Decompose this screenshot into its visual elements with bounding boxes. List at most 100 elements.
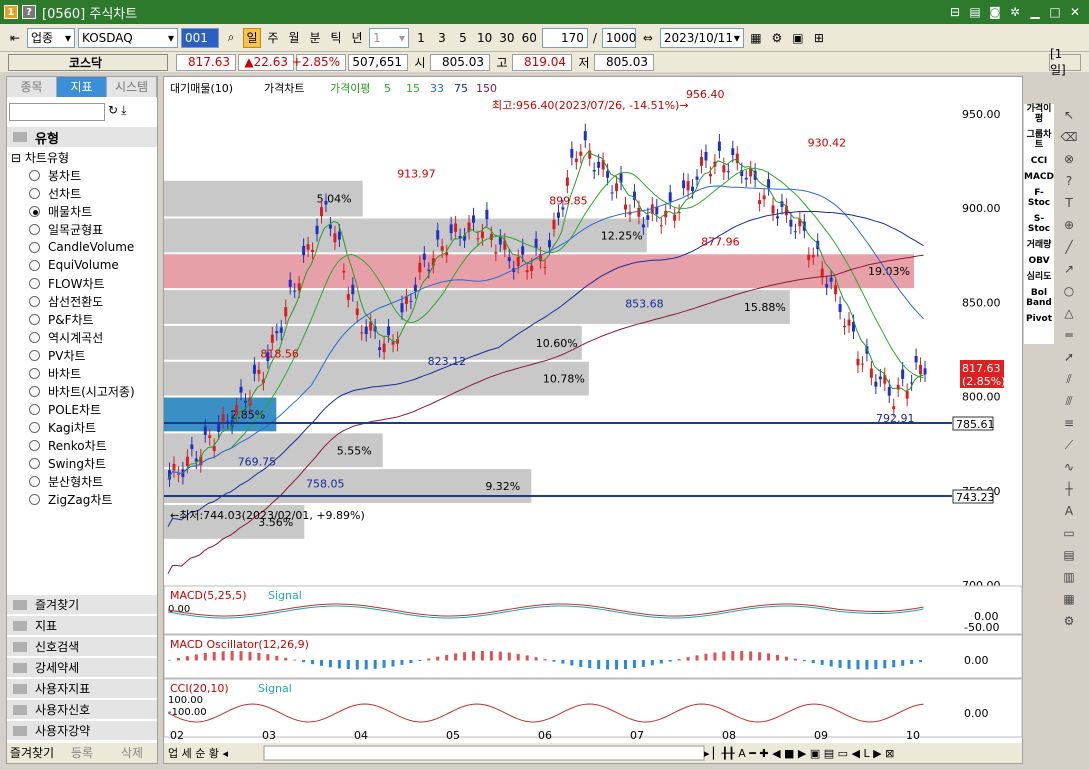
radio-icon[interactable]	[29, 421, 40, 433]
chart-area[interactable]: 5.04% 12.25% 19.03% 15.88% 10.60% 10.78% 2.85%…	[163, 76, 1023, 764]
chart-type-item[interactable]: 삼선전환도	[7, 292, 157, 310]
close-icon[interactable]: ✕	[1067, 5, 1083, 19]
minimize-icon[interactable]: ▁	[1027, 5, 1043, 19]
chart-tool-icon[interactable]: ▦	[1056, 588, 1082, 610]
setting-tool-icon[interactable]: ⚙	[768, 28, 786, 48]
fan-tool-icon[interactable]: ⫽	[1056, 368, 1082, 390]
bottom-toolbar-tabs[interactable]: 업 세 순 황 ◂	[168, 747, 228, 760]
chart-type-item[interactable]: 바차트	[7, 364, 157, 382]
radio-icon[interactable]	[29, 313, 40, 325]
code-input[interactable]: 001	[181, 27, 219, 48]
interval-select[interactable]: 1 ▾	[369, 27, 409, 48]
indicator-shortcut[interactable]: OBV	[1024, 256, 1054, 266]
radio-icon[interactable]	[29, 475, 40, 487]
chart-type-item[interactable]: Swing차트	[7, 454, 157, 472]
interval-1-button[interactable]: 1	[412, 28, 430, 48]
chart-type-item[interactable]: ZigZag차트	[7, 490, 157, 508]
radio-icon[interactable]	[29, 439, 40, 451]
period-tick-button[interactable]: 틱	[327, 28, 345, 48]
interval-10-button[interactable]: 10	[475, 28, 494, 48]
chart-type-item[interactable]: EquiVolume	[7, 256, 157, 274]
chart-type-item[interactable]: 역시계곡선	[7, 328, 157, 346]
gann-tool-icon[interactable]: ⟋	[1056, 434, 1082, 456]
tab-indicators[interactable]: 지표	[57, 77, 107, 97]
period-year-button[interactable]: 년	[348, 28, 366, 48]
radio-icon[interactable]	[29, 169, 40, 181]
group-3[interactable]: 강세약세	[7, 658, 157, 678]
group-4[interactable]: 사용자지표	[7, 679, 157, 699]
back-icon[interactable]: ⇤	[6, 28, 24, 48]
group-5[interactable]: 사용자신호	[7, 700, 157, 720]
radio-icon[interactable]	[29, 331, 40, 343]
total-input[interactable]: 1000	[601, 27, 636, 48]
radio-icon[interactable]	[29, 205, 40, 217]
chart-type-item[interactable]: Kagi차트	[7, 418, 157, 436]
save-tool-icon[interactable]: ▣	[789, 28, 807, 48]
type-group-header[interactable]: 유형	[7, 127, 157, 147]
favorites-tab[interactable]: 즐겨찾기	[7, 743, 57, 763]
indicator-shortcut[interactable]: S-Stoc	[1024, 214, 1054, 234]
radio-icon[interactable]	[29, 187, 40, 199]
chart-type-item[interactable]: FLOW차트	[7, 274, 157, 292]
radio-icon[interactable]	[29, 241, 40, 253]
triangle-tool-icon[interactable]: △	[1056, 302, 1082, 324]
capture-icon[interactable]: ◙	[987, 5, 1003, 19]
help-tool-icon[interactable]: ?	[1056, 170, 1082, 192]
circle-tool-icon[interactable]: ○	[1056, 280, 1082, 302]
radio-icon[interactable]	[29, 259, 40, 271]
maximize-icon[interactable]: □	[1047, 5, 1063, 19]
chart-type-root[interactable]: ⊟ 차트유형	[7, 147, 157, 166]
eraser-tool-icon[interactable]: ⌫	[1056, 126, 1082, 148]
download-icon[interactable]: ⤓	[121, 103, 126, 121]
layout-tool-icon[interactable]: ⊞	[810, 28, 828, 48]
indicator-shortcut[interactable]: 가격이평	[1024, 104, 1054, 124]
interval-3-button[interactable]: 3	[433, 28, 451, 48]
tab-stocks[interactable]: 종목	[7, 77, 57, 97]
help-badge-icon[interactable]: ?	[22, 5, 36, 19]
indicator-shortcut[interactable]: 그룹차트	[1024, 130, 1054, 150]
register-button[interactable]: 등록	[57, 743, 107, 763]
ray-tool-icon[interactable]: ↗	[1056, 258, 1082, 280]
settings-icon[interactable]: ✲	[1007, 5, 1023, 19]
chart-type-item[interactable]: 분산형차트	[7, 472, 157, 490]
group-6[interactable]: 사용자강약	[7, 721, 157, 741]
interval-30-button[interactable]: 30	[497, 28, 516, 48]
group-2[interactable]: 신호검색	[7, 637, 157, 657]
fibo-tool-icon[interactable]: ≡	[1056, 412, 1082, 434]
indicator-shortcut[interactable]: Pivot	[1024, 314, 1054, 324]
tab-systems[interactable]: 시스템	[107, 77, 157, 97]
chart-type-item[interactable]: Renko차트	[7, 436, 157, 454]
radio-icon[interactable]	[29, 223, 40, 235]
refresh-icon[interactable]: ↻	[108, 103, 118, 121]
link-icon[interactable]: ⊟	[947, 5, 963, 19]
period-minute-button[interactable]: 분	[306, 28, 324, 48]
radio-icon[interactable]	[29, 385, 40, 397]
period-tool-icon[interactable]: ┼	[1056, 478, 1082, 500]
note-tool-icon[interactable]: ▤	[1056, 544, 1082, 566]
wave-tool-icon[interactable]: ∿	[1056, 456, 1082, 478]
delete-button[interactable]: 삭제	[107, 743, 157, 763]
interval-5-button[interactable]: 5	[454, 28, 472, 48]
indicator-search-input[interactable]	[9, 103, 105, 121]
radio-icon[interactable]	[29, 367, 40, 379]
indicator-shortcut[interactable]: F-Stoc	[1024, 188, 1054, 208]
screen-tool-icon[interactable]: ▭	[1056, 522, 1082, 544]
indicator-shortcut[interactable]: Bol Band	[1024, 288, 1054, 308]
chart-type-item[interactable]: 바차트(시고저종)	[7, 382, 157, 400]
group-1[interactable]: 지표	[7, 616, 157, 636]
period-week-button[interactable]: 주	[264, 28, 282, 48]
radio-icon[interactable]	[29, 295, 40, 307]
search-icon[interactable]: ⌕	[222, 28, 240, 48]
radio-icon[interactable]	[29, 403, 40, 415]
radio-icon[interactable]	[29, 457, 40, 469]
group-0[interactable]: 즐겨찾기	[7, 595, 157, 615]
calendar-toggle-icon[interactable]: ⇔	[639, 28, 657, 48]
app-badge-icon[interactable]: 1	[4, 5, 18, 19]
delete-all-tool-icon[interactable]: ⊗	[1056, 148, 1082, 170]
radio-icon[interactable]	[29, 493, 40, 505]
date-select[interactable]: 2023/10/11 ▾	[659, 27, 744, 48]
arrow-tool-icon[interactable]: ➚	[1056, 346, 1082, 368]
magnet-tool-icon[interactable]: ⊕	[1056, 214, 1082, 236]
indicator-shortcut[interactable]: MACD	[1024, 172, 1054, 182]
chart-type-item[interactable]: CandleVolume	[7, 238, 157, 256]
